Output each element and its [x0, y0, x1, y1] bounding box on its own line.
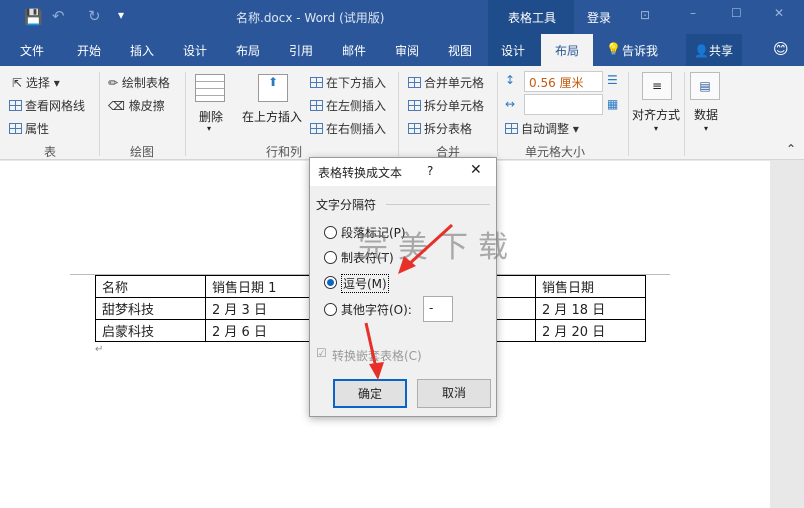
- red-arrow-icon: [364, 322, 384, 380]
- red-arrow-icon: [398, 223, 454, 274]
- annotation-arrows: [364, 223, 454, 380]
